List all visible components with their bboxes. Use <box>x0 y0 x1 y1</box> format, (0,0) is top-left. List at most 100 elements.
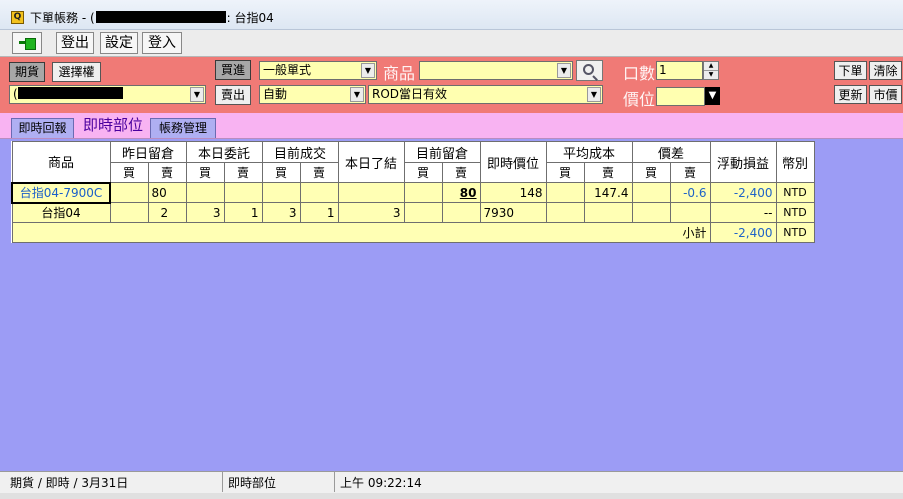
buy-button[interactable]: 買進 <box>215 60 251 80</box>
product-select[interactable]: ▼ <box>419 61 573 80</box>
cell-pos-buy <box>403 182 443 203</box>
table-row[interactable]: 台指04 2 3 1 3 1 3 7930 -- NTD <box>11 202 815 223</box>
cell-diff-sell <box>669 202 711 223</box>
status-market-date: 期貨 / 即時 / 3月31日 <box>10 476 129 490</box>
cell-order-sell <box>223 182 263 203</box>
cell-diff-buy <box>631 202 671 223</box>
order-type-select[interactable]: 一般單式 ▼ <box>259 61 377 80</box>
header-sell: 賣 <box>299 162 339 183</box>
time-in-force-value: ROD當日有效 <box>372 87 448 101</box>
price-label: 價位 <box>623 90 656 109</box>
price-mode-select[interactable]: 自動 ▼ <box>259 85 366 104</box>
status-time: 上午 09:22:14 <box>340 476 422 490</box>
header-today-orders: 本日委託 <box>185 141 263 163</box>
cell-cost-buy <box>545 182 585 203</box>
cell-floating-pnl: -2,400 <box>709 182 777 203</box>
cell-live-price: 7930 <box>479 202 547 223</box>
subtotal-label: 小計 <box>11 222 711 243</box>
place-order-button[interactable]: 下單 <box>834 61 867 80</box>
chevron-down-icon[interactable]: ▼ <box>350 87 364 102</box>
quantity-stepper[interactable]: ▲ ▼ <box>703 61 719 80</box>
table-row[interactable]: 台指04-7900C 80 80 148 147.4 -0.6 -2,400 N… <box>11 181 815 204</box>
subtotal-pnl: -2,400 <box>709 222 777 243</box>
header-sell: 賣 <box>583 162 633 183</box>
quantity-label: 口數 <box>623 64 656 83</box>
header-today-closed: 本日了結 <box>337 141 405 183</box>
stepper-up-icon[interactable]: ▲ <box>704 62 718 71</box>
settings-button[interactable]: 設定 <box>100 32 138 54</box>
tab-account-management[interactable]: 帳務管理 <box>150 118 216 138</box>
tab-live-positions[interactable]: 即時部位 <box>78 114 148 138</box>
status-divider <box>222 472 223 492</box>
product-search-button[interactable] <box>576 60 603 81</box>
cell-floating-pnl: -- <box>709 202 777 223</box>
cell-product[interactable]: 台指04-7900C <box>11 181 111 204</box>
cell-currency: NTD <box>775 202 815 223</box>
cell-pos-sell[interactable]: 80 <box>441 182 481 203</box>
cell-order-sell: 1 <box>223 202 263 223</box>
title-bar: Q 下單帳務 - (: 台指04 <box>0 0 903 30</box>
quantity-value: 1 <box>659 63 667 77</box>
subtotal-currency: NTD <box>775 222 815 243</box>
header-floating-pnl: 浮動損益 <box>709 141 777 183</box>
price-dropdown-icon[interactable]: ▼ <box>705 87 720 105</box>
price-mode-value: 自動 <box>263 87 288 101</box>
header-sell: 賣 <box>147 162 187 183</box>
header-sell: 賣 <box>669 162 711 183</box>
cell-product[interactable]: 台指04 <box>11 202 111 223</box>
price-input[interactable] <box>656 87 705 106</box>
logout-button[interactable]: 登出 <box>56 32 94 54</box>
header-sell: 賣 <box>441 162 481 183</box>
login-button[interactable]: 登入 <box>142 32 182 54</box>
cell-closed: 3 <box>337 202 405 223</box>
account-select[interactable]: ( ▼ <box>9 85 206 104</box>
cell-prev-buy <box>109 202 149 223</box>
status-divider <box>334 472 335 492</box>
view-tab-strip: 即時回報 即時部位 帳務管理 <box>0 113 903 139</box>
status-bar: 期貨 / 即時 / 3月31日 即時部位 上午 09:22:14 <box>0 471 903 499</box>
clear-button[interactable]: 清除 <box>869 61 902 80</box>
search-icon <box>583 64 594 75</box>
pin-button[interactable] <box>12 32 42 54</box>
status-bottom-edge <box>0 493 903 499</box>
header-live-price: 即時價位 <box>479 141 547 183</box>
cell-diff-sell: -0.6 <box>669 182 711 203</box>
cell-prev-sell: 2 <box>147 202 187 223</box>
pin-icon <box>19 38 36 50</box>
cell-fill-sell <box>299 182 339 203</box>
window-title: 下單帳務 - (: 台指04 <box>30 9 274 26</box>
header-currency: 幣別 <box>775 141 815 183</box>
stepper-down-icon[interactable]: ▼ <box>704 71 718 80</box>
sell-button[interactable]: 賣出 <box>215 85 251 105</box>
header-buy: 買 <box>403 162 443 183</box>
header-current-fills: 目前成交 <box>261 141 339 163</box>
time-in-force-select[interactable]: ROD當日有效 ▼ <box>368 85 603 104</box>
header-prev-position: 昨日留倉 <box>109 141 187 163</box>
header-current-position: 目前留倉 <box>403 141 481 163</box>
cell-pos-sell <box>441 202 481 223</box>
cell-fill-buy <box>261 182 301 203</box>
cell-live-price: 148 <box>479 182 547 203</box>
chevron-down-icon[interactable]: ▼ <box>190 87 204 102</box>
options-tab-button[interactable]: 選擇權 <box>52 62 101 82</box>
futures-tab-button[interactable]: 期貨 <box>9 62 45 82</box>
chevron-down-icon[interactable]: ▼ <box>361 63 375 78</box>
update-button[interactable]: 更新 <box>834 85 867 104</box>
header-buy: 買 <box>185 162 225 183</box>
quantity-input[interactable]: 1 <box>656 61 703 80</box>
toolbar: 登出 設定 登入 <box>0 30 903 57</box>
cell-fill-buy: 3 <box>261 202 301 223</box>
cell-currency: NTD <box>775 182 815 203</box>
chevron-down-icon[interactable]: ▼ <box>587 87 601 102</box>
app-icon: Q <box>11 11 24 24</box>
cell-pos-buy <box>403 202 443 223</box>
header-buy: 買 <box>109 162 149 183</box>
header-buy: 買 <box>631 162 671 183</box>
chevron-down-icon[interactable]: ▼ <box>557 63 571 78</box>
status-view: 即時部位 <box>228 476 277 490</box>
market-price-button[interactable]: 市價 <box>869 85 902 104</box>
header-sell: 賣 <box>223 162 263 183</box>
tab-live-reports[interactable]: 即時回報 <box>11 118 74 138</box>
window-title-prefix: 下單帳務 - ( <box>30 11 95 25</box>
order-type-value: 一般單式 <box>263 63 312 77</box>
